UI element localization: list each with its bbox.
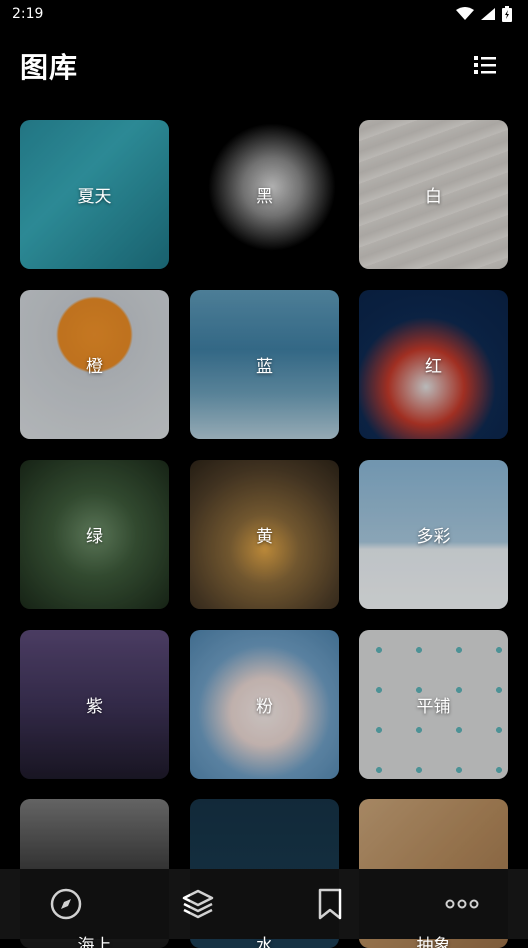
gallery-tile-purple[interactable]: 紫 (20, 630, 169, 779)
gallery-tile-summer[interactable]: 夏天 (20, 120, 169, 269)
tile-label: 橙 (86, 357, 103, 377)
tile-label: 绿 (86, 527, 103, 547)
wifi-icon (456, 7, 474, 20)
gallery-tile-water[interactable]: 水 (190, 799, 339, 948)
status-bar: 2:19 (0, 0, 528, 30)
tile-label: 白 (425, 187, 442, 207)
gallery-tile-black[interactable]: 黑 (190, 120, 339, 269)
tile-label: 平铺 (416, 697, 451, 717)
list-view-icon (474, 56, 496, 74)
status-icons (456, 6, 512, 22)
gallery-tile-green[interactable]: 绿 (20, 460, 169, 609)
tile-label: 蓝 (256, 357, 273, 377)
gallery-tile-orange[interactable]: 橙 (20, 290, 169, 439)
status-time: 2:19 (12, 6, 44, 22)
tile-label: 黑 (256, 187, 273, 207)
tile-label: 红 (425, 357, 442, 377)
tile-label: 紫 (86, 697, 103, 717)
gallery-tile-blue[interactable]: 蓝 (190, 290, 339, 439)
tile-label: 粉 (256, 697, 273, 717)
list-view-button[interactable] (472, 52, 498, 78)
gallery-tile-white[interactable]: 白 (359, 120, 508, 269)
gallery-tile-tiled[interactable]: 平铺 (359, 630, 508, 779)
signal-icon (481, 8, 495, 20)
gallery-tile-pink[interactable]: 粉 (190, 630, 339, 779)
gallery-tile-abstract[interactable]: 抽象 (359, 799, 508, 948)
tile-label: 黄 (256, 527, 273, 547)
tile-label: 抽象 (416, 936, 451, 948)
page-title: 图库 (20, 51, 79, 84)
tile-label: 海上 (77, 936, 112, 948)
tile-label: 多彩 (416, 527, 451, 547)
battery-icon (502, 6, 512, 22)
tile-label: 夏天 (77, 187, 112, 207)
gallery-tile-yellow[interactable]: 黄 (190, 460, 339, 609)
gallery-tile-sea[interactable]: 海上 (20, 799, 169, 948)
app-header: 图库 (0, 38, 528, 90)
tile-label: 水 (256, 936, 273, 948)
gallery-tile-red[interactable]: 红 (359, 290, 508, 439)
gallery-tile-colorful[interactable]: 多彩 (359, 460, 508, 609)
